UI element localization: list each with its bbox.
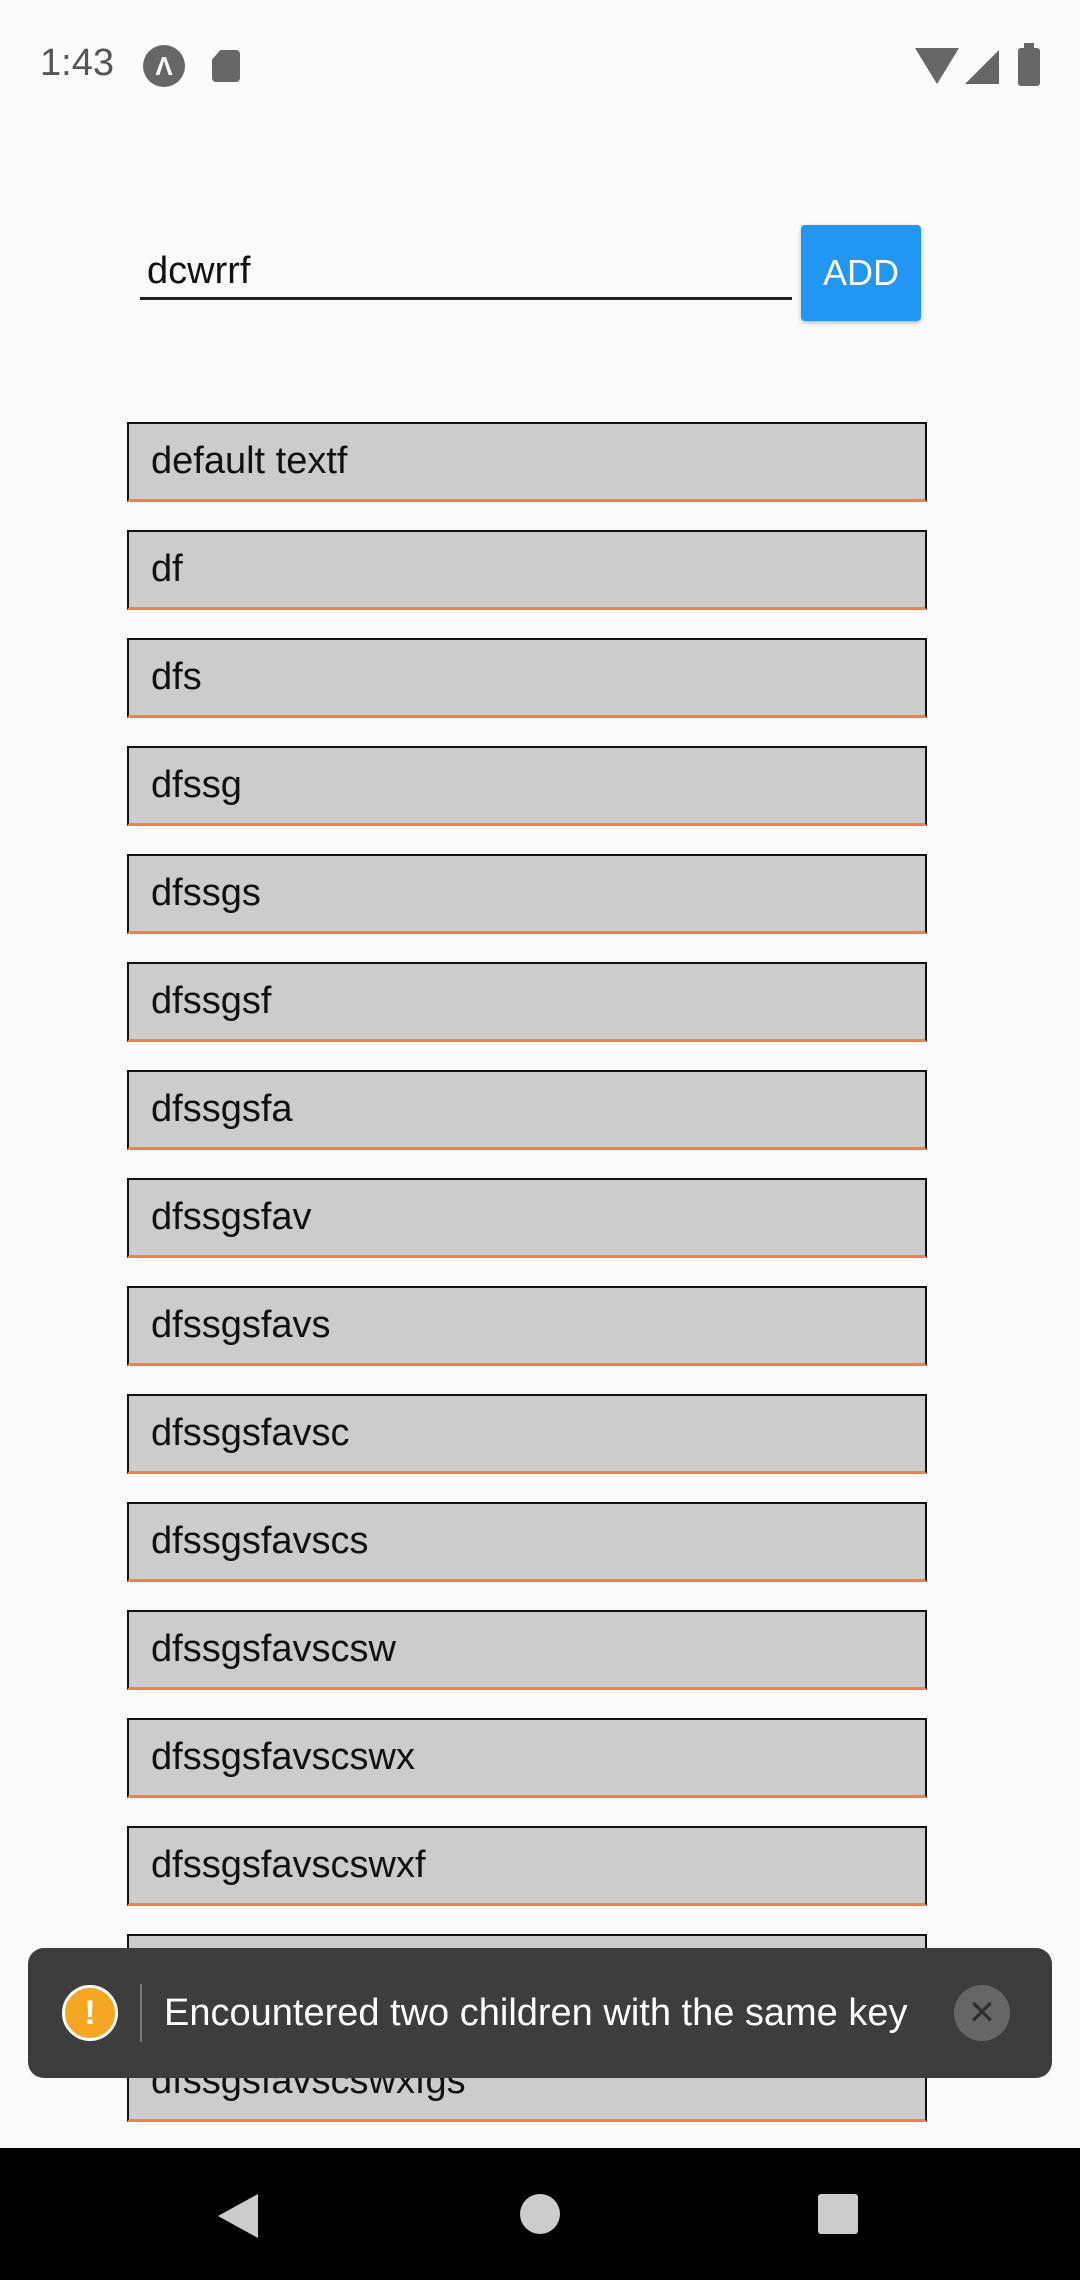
list-item: df — [127, 530, 927, 610]
add-button[interactable]: ADD — [801, 225, 921, 321]
item-list: default textf df dfs dfssg dfssgs dfssgsf dfss… — [127, 422, 927, 2150]
error-toast[interactable]: ! Encountered two children with the same… — [28, 1948, 1052, 2078]
warning-icon: ! — [62, 1985, 118, 2041]
text-input[interactable] — [140, 245, 792, 300]
close-icon[interactable]: ✕ — [954, 1985, 1010, 2041]
input-row: ADD — [140, 225, 922, 321]
wifi-icon — [915, 48, 959, 84]
list-item: dfssgsf — [127, 962, 927, 1042]
list-item: dfssg — [127, 746, 927, 826]
battery-icon — [1018, 43, 1040, 86]
list-item: dfssgsfavscs — [127, 1502, 927, 1582]
list-item: dfssgsfa — [127, 1070, 927, 1150]
back-icon[interactable] — [218, 2194, 258, 2238]
cell-signal-icon — [965, 50, 999, 84]
list-item: default textf — [127, 422, 927, 502]
list-item: dfssgsfavscswxf — [127, 1826, 927, 1906]
recents-icon[interactable] — [818, 2194, 858, 2234]
toast-divider — [140, 1984, 142, 2042]
list-item: dfssgsfavs — [127, 1286, 927, 1366]
list-item: dfssgsfavscswx — [127, 1718, 927, 1798]
status-bar: 1:43 Λ — [0, 0, 1080, 135]
status-time: 1:43 — [40, 42, 114, 84]
list-item: dfssgsfav — [127, 1178, 927, 1258]
list-item: dfssgs — [127, 854, 927, 934]
list-item: dfs — [127, 638, 927, 718]
app-a-icon: Λ — [143, 45, 185, 87]
list-item: dfssgsfavscsw — [127, 1610, 927, 1690]
toast-message[interactable]: Encountered two children with the same k… — [164, 1992, 934, 2035]
sd-card-icon — [212, 50, 240, 82]
list-item: dfssgsfavsc — [127, 1394, 927, 1474]
home-icon[interactable] — [520, 2194, 560, 2234]
navigation-bar — [0, 2148, 1080, 2280]
